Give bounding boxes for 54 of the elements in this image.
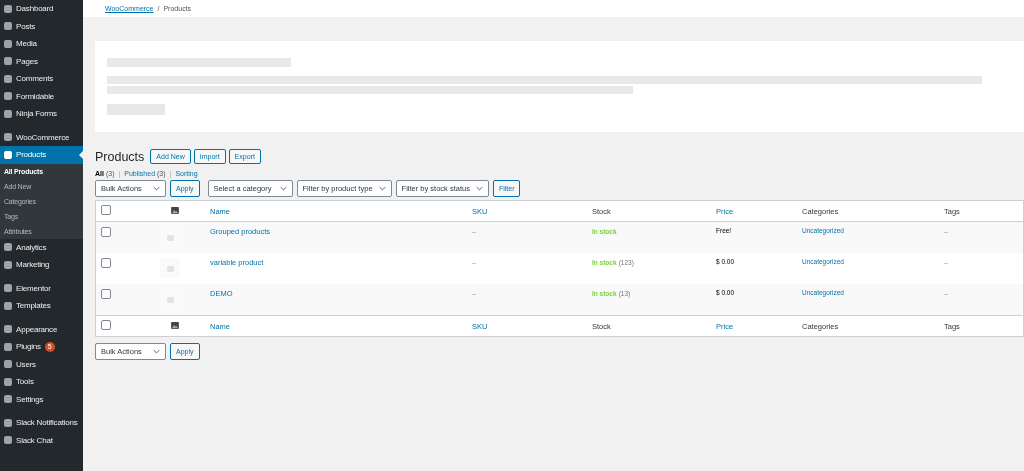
- chevron-down-icon: [475, 186, 483, 191]
- sidebar-item[interactable]: Settings: [0, 390, 83, 408]
- square-icon: [4, 150, 12, 159]
- square-icon: [4, 74, 12, 83]
- square-icon: [4, 133, 12, 142]
- page-title: Products: [95, 149, 145, 164]
- sidebar-item[interactable]: Appearance: [0, 320, 83, 338]
- chevron-down-icon: [279, 186, 287, 191]
- square-icon: [4, 39, 12, 48]
- sidebar-item[interactable]: Slack Notifications: [0, 414, 83, 432]
- square-icon: [4, 342, 12, 351]
- square-icon: [4, 301, 12, 310]
- square-icon: [4, 284, 12, 293]
- sidebar-item[interactable]: Products: [0, 146, 83, 164]
- square-icon: [4, 109, 12, 118]
- square-icon: [4, 418, 12, 427]
- sidebar-item[interactable]: Slack Chat: [0, 431, 83, 449]
- square-icon: [4, 260, 12, 269]
- sidebar-item[interactable]: Marketing: [0, 256, 83, 274]
- sidebar-item[interactable]: Elementor: [0, 279, 83, 297]
- square-icon: [4, 325, 12, 334]
- sidebar-item[interactable]: Analytics: [0, 238, 83, 256]
- square-icon: [4, 57, 12, 66]
- thumbnail-placeholder: [160, 258, 180, 278]
- sidebar-item[interactable]: Tools: [0, 373, 83, 391]
- square-icon: [4, 436, 12, 445]
- sidebar-item[interactable]: Formidable: [0, 87, 83, 105]
- select-all-checkbox[interactable]: [101, 205, 111, 215]
- square-icon: [4, 377, 12, 386]
- row-checkbox[interactable]: [101, 227, 111, 237]
- sidebar-item[interactable]: Posts: [0, 17, 83, 35]
- menu-pointer-icon: [79, 151, 83, 159]
- sidebar-item[interactable]: Media: [0, 35, 83, 53]
- sidebar-item[interactable]: Dashboard: [0, 0, 83, 18]
- chevron-down-icon: [378, 186, 386, 191]
- sidebar-item[interactable]: Templates: [0, 297, 83, 315]
- row-checkbox[interactable]: [101, 289, 111, 299]
- square-icon: [4, 22, 12, 31]
- image-icon: [171, 321, 179, 329]
- sidebar-item[interactable]: Comments: [0, 70, 83, 88]
- square-icon: [4, 92, 12, 101]
- square-icon: [4, 243, 12, 252]
- square-icon: [4, 4, 12, 13]
- sidebar-item[interactable]: Ninja Forms: [0, 105, 83, 123]
- chevron-down-icon: [153, 186, 160, 191]
- image-icon: [171, 206, 179, 214]
- select-all-checkbox[interactable]: [101, 320, 111, 330]
- row-checkbox[interactable]: [101, 258, 111, 268]
- sidebar-item[interactable]: Users: [0, 355, 83, 373]
- square-icon: [4, 395, 12, 404]
- sidebar-item[interactable]: WooCommerce: [0, 128, 83, 146]
- sidebar-item[interactable]: Pages: [0, 52, 83, 70]
- chevron-down-icon: [153, 349, 160, 354]
- square-icon: [4, 360, 12, 369]
